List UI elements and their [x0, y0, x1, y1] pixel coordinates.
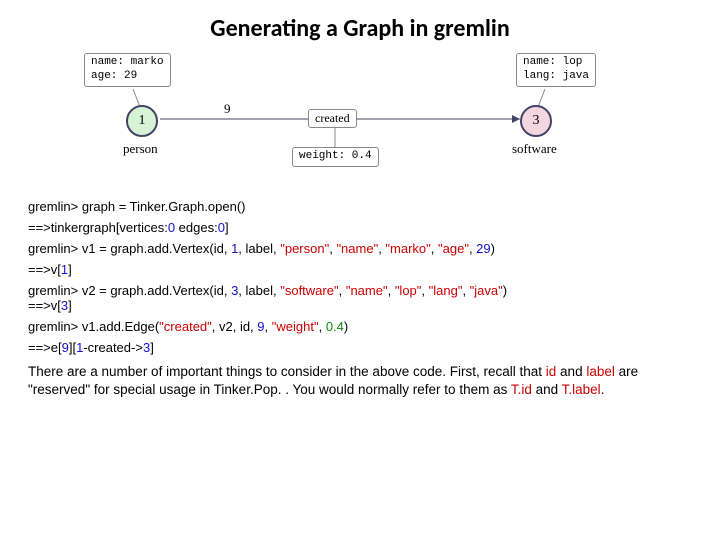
code-line-5: gremlin> v2 = graph.add.Vertex(id, 3, la… — [28, 283, 692, 313]
vertex-3-label: software — [512, 141, 557, 157]
code-line-2: ==>tinkergraph[vertices:0 edges:0] — [28, 220, 692, 235]
vertex-3: 3 — [520, 105, 552, 137]
vertex-1-props-tag: name: marko age: 29 — [84, 53, 171, 87]
prose-paragraph: There are a number of important things t… — [28, 363, 692, 398]
edge-weight-tag: weight: 0.4 — [292, 147, 379, 167]
vertex-1: 1 — [126, 105, 158, 137]
code-block: gremlin> graph = Tinker.Graph.open() ==>… — [28, 199, 692, 355]
vertex-1-label: person — [123, 141, 158, 157]
graph-diagram: name: marko age: 29 name: lop lang: java… — [28, 49, 692, 189]
vertex-3-props-tag: name: lop lang: java — [516, 53, 596, 87]
code-line-1: gremlin> graph = Tinker.Graph.open() — [28, 199, 692, 214]
code-line-7: gremlin> v1.add.Edge("created", v2, id, … — [28, 319, 692, 334]
code-line-8: ==>e[9][1-created->3] — [28, 340, 692, 355]
edge-id: 9 — [224, 101, 231, 117]
edge-label: created — [308, 109, 357, 128]
page-title: Generating a Graph in gremlin — [28, 14, 692, 43]
code-line-3: gremlin> v1 = graph.add.Vertex(id, 1, la… — [28, 241, 692, 256]
code-line-4: ==>v[1] — [28, 262, 692, 277]
